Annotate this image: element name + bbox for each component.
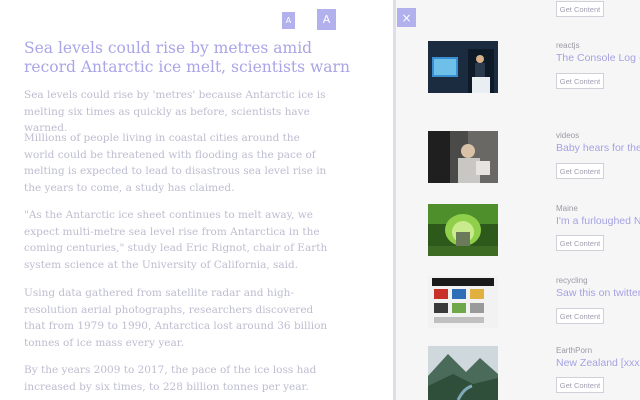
article-paragraph-5: By the years 2009 to 2017, the pace of t… bbox=[24, 364, 317, 393]
content-feed: × Get Content reactjs The Console Log - … bbox=[396, 0, 640, 400]
feed-item-headline[interactable]: Saw this on twitter bbox=[556, 287, 640, 300]
feed-item-headline[interactable]: Baby hears for the bbox=[556, 142, 640, 155]
feed-item-source: reactjs bbox=[556, 41, 580, 50]
close-icon[interactable]: × bbox=[397, 8, 416, 27]
feed-item-meta: videos Baby hears for the bbox=[556, 131, 640, 155]
feed-item[interactable]: EarthPorn New Zealand [xxxx Get Content bbox=[396, 346, 640, 400]
feed-item-source: recycling bbox=[556, 276, 588, 285]
get-content-button[interactable]: Get Content bbox=[556, 377, 604, 393]
feed-item[interactable]: Maine I'm a furloughed Na Get Content bbox=[396, 204, 640, 274]
article-title: Sea levels could rise by metres amid rec… bbox=[24, 39, 350, 76]
get-content-button[interactable]: Get Content bbox=[556, 235, 604, 251]
feed-item[interactable]: recycling Saw this on twitter Get Conten… bbox=[396, 276, 640, 346]
feed-item-source: videos bbox=[556, 131, 580, 140]
feed-item-source: EarthPorn bbox=[556, 346, 593, 355]
feed-item-meta: recycling Saw this on twitter bbox=[556, 276, 640, 300]
article-paragraph-3: "As the Antarctic ice sheet continues to… bbox=[24, 209, 328, 271]
mountain-photo-icon[interactable] bbox=[428, 346, 498, 400]
get-content-button[interactable]: Get Content bbox=[556, 73, 604, 89]
font-size-decrease-button[interactable]: A bbox=[282, 12, 295, 29]
get-content-button[interactable]: Get Content bbox=[556, 308, 604, 324]
feed-item-meta: Maine I'm a furloughed Na bbox=[556, 204, 640, 228]
tunnel-photo-icon[interactable] bbox=[428, 204, 498, 256]
feed-item-headline[interactable]: The Console Log - bbox=[556, 52, 640, 65]
font-size-increase-button[interactable]: A bbox=[317, 9, 336, 30]
baby-photo-icon[interactable] bbox=[428, 131, 498, 183]
feed-item[interactable]: videos Baby hears for the Get Content bbox=[396, 131, 640, 201]
article-paragraph-2: Millions of people living in coastal cit… bbox=[24, 132, 327, 194]
article-paragraph-4: Using data gathered from satellite radar… bbox=[24, 287, 328, 349]
feed-item[interactable]: reactjs The Console Log - Get Content bbox=[396, 41, 640, 111]
feed-item-meta: reactjs The Console Log - bbox=[556, 41, 640, 65]
get-content-button-top[interactable]: Get Content bbox=[556, 1, 604, 17]
feed-item-headline[interactable]: New Zealand [xxxx bbox=[556, 357, 640, 370]
poster-photo-icon[interactable] bbox=[428, 276, 498, 328]
speaker-photo-icon[interactable] bbox=[428, 41, 498, 93]
get-content-button[interactable]: Get Content bbox=[556, 163, 604, 179]
feed-item-headline[interactable]: I'm a furloughed Na bbox=[556, 215, 640, 228]
feed-item-source: Maine bbox=[556, 204, 578, 213]
reader-pane: A A Sea levels could rise by metres amid… bbox=[0, 0, 393, 400]
feed-item-meta: EarthPorn New Zealand [xxxx bbox=[556, 346, 640, 370]
